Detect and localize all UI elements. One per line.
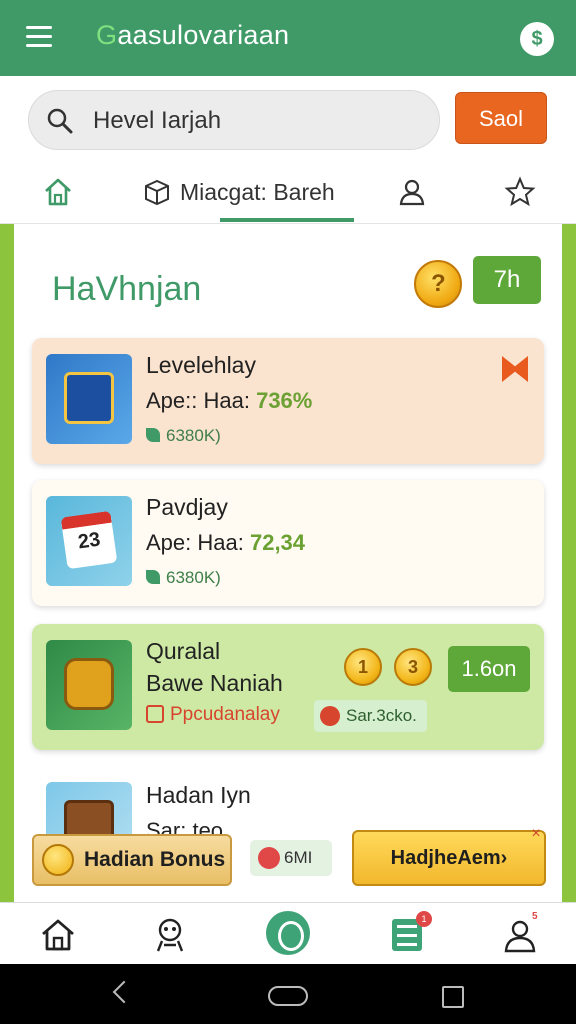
star-icon: [504, 176, 536, 207]
home-icon: [45, 178, 71, 206]
home-icon: [42, 919, 74, 951]
check-icon: [146, 705, 164, 723]
recents-icon[interactable]: [442, 986, 464, 1008]
card-title-line2: Bawe Naniah: [146, 670, 283, 696]
leaf-icon: [146, 428, 160, 442]
tab-bar: Miacgat: Bareh: [0, 160, 576, 224]
system-nav-bar: [0, 964, 576, 1024]
card-title: Quralal: [146, 638, 221, 664]
chat-icon: [258, 847, 280, 869]
nav-games[interactable]: [150, 915, 190, 955]
profile-badge: 5: [532, 911, 538, 922]
back-icon[interactable]: [112, 980, 136, 1004]
home-pill-icon[interactable]: [268, 986, 308, 1006]
card-title: Hadan Iyn: [146, 782, 251, 808]
tab-main-label: Miacgat: Bareh: [180, 178, 335, 205]
reward-tag: Sar.3cko.: [314, 700, 427, 732]
card-meta: 6380K): [146, 426, 221, 446]
ball-icon: [320, 706, 340, 726]
list-item[interactable]: Quralal Bawe Naniah 1 3 1.6on Ppcudanala…: [32, 624, 544, 750]
content-area: HaVhnjan 7h Levelehlay Ape:: Haa: 736% 6…: [0, 224, 576, 902]
help-icon[interactable]: $: [520, 22, 554, 56]
search-value: Hevel Iarjah: [93, 107, 222, 134]
search-button[interactable]: Saol: [455, 92, 547, 144]
value-badge[interactable]: 1.6on: [448, 646, 530, 692]
bottom-nav: 1 5: [0, 902, 576, 964]
leaf-icon: [146, 570, 160, 584]
coin-icon: 1: [344, 648, 382, 686]
nav-profile[interactable]: 5: [500, 911, 540, 955]
app-bar: Gaasulovariaan $: [0, 0, 576, 76]
tab-star[interactable]: [504, 170, 536, 214]
profile-circle-icon[interactable]: [266, 911, 310, 955]
action-button[interactable]: HadjheAem›: [352, 830, 546, 886]
coin-icon: [42, 844, 74, 876]
game-thumbnail: [46, 354, 132, 444]
search-input[interactable]: Hevel Iarjah: [28, 90, 440, 150]
bookmark-icon[interactable]: [502, 356, 528, 382]
nav-list[interactable]: 1: [388, 911, 432, 955]
menu-icon[interactable]: [26, 26, 52, 48]
card-meta: 6380K): [146, 568, 221, 588]
calendar-thumbnail: 23: [46, 496, 132, 586]
list-item[interactable]: 23 Pavdjay Ape: Haa: 72,34 6380K): [32, 480, 544, 606]
section-title: HaVhnjan: [52, 270, 202, 308]
tab-user[interactable]: [396, 170, 428, 214]
card-subtitle: Ape:: Haa: 736%: [146, 388, 313, 413]
slot-thumbnail: [46, 640, 132, 730]
card-title: Levelehlay: [146, 352, 256, 378]
cube-icon: [145, 179, 169, 206]
bonus-button[interactable]: Hadian Bonus: [32, 834, 232, 886]
content-panel: HaVhnjan 7h Levelehlay Ape:: Haa: 736% 6…: [14, 224, 562, 902]
tab-home[interactable]: [40, 170, 76, 214]
coin-icon: [414, 260, 462, 308]
nav-home[interactable]: [38, 915, 78, 955]
card-subtitle: Ape: Haa: 72,34: [146, 530, 306, 555]
coin-icon: 3: [394, 648, 432, 686]
promo-chip[interactable]: 6MI: [250, 840, 332, 876]
app-title: Gaasulovariaan: [96, 20, 290, 50]
card-title: Pavdjay: [146, 494, 228, 520]
notification-badge: 1: [416, 911, 432, 927]
user-icon: [399, 179, 425, 206]
search-icon: [47, 108, 73, 134]
check-tag: Ppcudanalay: [146, 704, 280, 726]
tab-main[interactable]: Miacgat: Bareh: [142, 170, 335, 214]
close-icon[interactable]: ×: [528, 826, 544, 842]
game-mascot-icon: [156, 918, 184, 952]
active-tab-indicator: [220, 218, 354, 222]
list-item[interactable]: Levelehlay Ape:: Haa: 736% 6380K): [32, 338, 544, 464]
timer-badge[interactable]: 7h: [473, 256, 541, 304]
